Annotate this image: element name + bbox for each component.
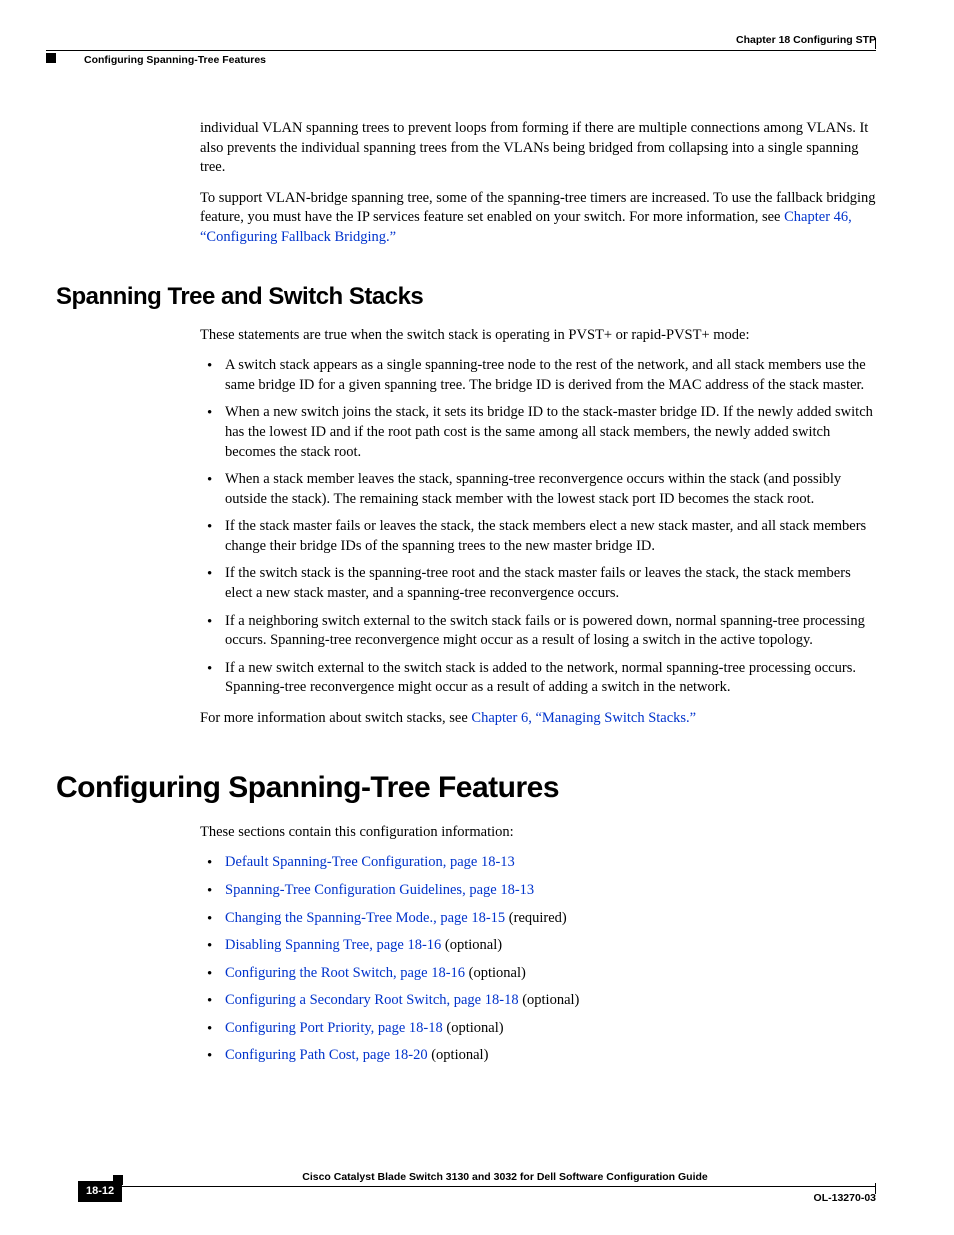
link-root-switch[interactable]: Configuring the Root Switch, page 18-16 [225, 965, 465, 981]
link-secondary-root[interactable]: Configuring a Secondary Root Switch, pag… [225, 992, 519, 1008]
list-item: When a new switch joins the stack, it se… [200, 403, 876, 462]
link-disable-stp[interactable]: Disabling Spanning Tree, page 18-16 [225, 937, 441, 953]
link-path-cost[interactable]: Configuring Path Cost, page 18-20 [225, 1047, 428, 1063]
list-item: If a neighboring switch external to the … [200, 612, 876, 651]
body-paragraph: For more information about switch stacks… [200, 709, 876, 729]
list-item: Default Spanning-Tree Configuration, pag… [200, 853, 876, 873]
suffix-text: (optional) [428, 1047, 489, 1063]
suffix-text: (optional) [519, 992, 580, 1008]
header-section: Configuring Spanning-Tree Features [84, 53, 876, 67]
bullet-list: Default Spanning-Tree Configuration, pag… [200, 853, 876, 1066]
body-text: To support VLAN-bridge spanning tree, so… [200, 190, 876, 226]
link-config-guidelines[interactable]: Spanning-Tree Configuration Guidelines, … [225, 882, 534, 898]
link-chapter-6[interactable]: Chapter 6, “Managing Switch Stacks.” [471, 710, 696, 726]
body-paragraph: These statements are true when the switc… [200, 326, 876, 346]
body-paragraph: To support VLAN-bridge spanning tree, so… [200, 189, 876, 248]
suffix-text: (optional) [443, 1020, 504, 1036]
page-footer: Cisco Catalyst Blade Switch 3130 and 303… [78, 1170, 876, 1205]
suffix-text: (optional) [465, 965, 526, 981]
list-item: Changing the Spanning-Tree Mode., page 1… [200, 909, 876, 929]
list-item: If a new switch external to the switch s… [200, 659, 876, 698]
list-item: Configuring Port Priority, page 18-18 (o… [200, 1019, 876, 1039]
list-item: Disabling Spanning Tree, page 18-16 (opt… [200, 936, 876, 956]
body-paragraph: individual VLAN spanning trees to preven… [200, 119, 876, 178]
header-marker-box [46, 53, 56, 63]
footer-doc-id: OL-13270-03 [814, 1191, 876, 1205]
footer-rule [78, 1186, 876, 1187]
header-end-tick [875, 38, 877, 49]
body-paragraph: These sections contain this configuratio… [200, 823, 876, 843]
list-item: Configuring Path Cost, page 18-20 (optio… [200, 1046, 876, 1066]
list-item: When a stack member leaves the stack, sp… [200, 470, 876, 509]
link-default-config[interactable]: Default Spanning-Tree Configuration, pag… [225, 854, 515, 870]
body-text: For more information about switch stacks… [200, 710, 471, 726]
heading-configuring-features: Configuring Spanning-Tree Features [56, 768, 876, 809]
heading-spanning-tree-stacks: Spanning Tree and Switch Stacks [56, 281, 876, 313]
list-item: If the switch stack is the spanning-tree… [200, 564, 876, 603]
list-item: Configuring the Root Switch, page 18-16 … [200, 964, 876, 984]
list-item: Spanning-Tree Configuration Guidelines, … [200, 881, 876, 901]
suffix-text: (optional) [441, 937, 502, 953]
link-port-priority[interactable]: Configuring Port Priority, page 18-18 [225, 1020, 443, 1036]
page-content: individual VLAN spanning trees to preven… [56, 119, 876, 1077]
page-number-badge: 18-12 [78, 1181, 122, 1202]
list-item: If the stack master fails or leaves the … [200, 517, 876, 556]
header-chapter: Chapter 18 Configuring STP [46, 33, 876, 47]
link-change-mode[interactable]: Changing the Spanning-Tree Mode., page 1… [225, 910, 505, 926]
suffix-text: (required) [505, 910, 567, 926]
list-item: Configuring a Secondary Root Switch, pag… [200, 991, 876, 1011]
footer-end-tick [875, 1183, 877, 1194]
footer-guide-title: Cisco Catalyst Blade Switch 3130 and 303… [134, 1170, 876, 1184]
header-rule [46, 50, 876, 51]
list-item: A switch stack appears as a single spann… [200, 356, 876, 395]
page-header: Chapter 18 Configuring STP Configuring S… [46, 33, 876, 67]
bullet-list: A switch stack appears as a single spann… [200, 356, 876, 697]
